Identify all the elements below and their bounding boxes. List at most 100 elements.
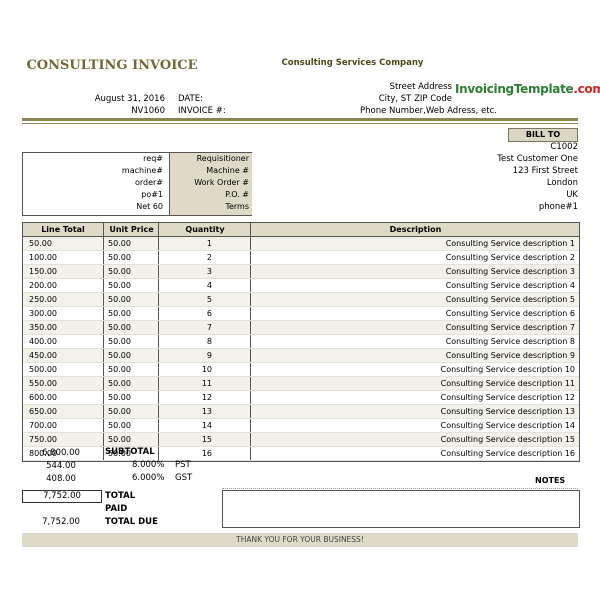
street-address: Street Address xyxy=(389,82,452,92)
bill-to-label: BILL TO xyxy=(508,128,578,142)
header-description: Description xyxy=(250,223,580,236)
unit-price-cell: 50.00 xyxy=(103,293,158,306)
table-row: 150.00 50.00 3 Consulting Service descripti… xyxy=(23,265,579,279)
bill-to-line: 123 First Street xyxy=(512,166,578,176)
line-total-cell: 400.00 xyxy=(29,337,57,346)
line-total-cell: 250.00 xyxy=(29,295,57,304)
unit-price-cell: 50.00 xyxy=(103,321,158,334)
description-cell: Consulting Service description 15 xyxy=(250,433,579,446)
table-row: 200.00 50.00 4 Consulting Service descripti… xyxy=(23,279,579,293)
company-logo: InvoicingTemplate.com xyxy=(455,82,600,96)
quantity-cell: 7 xyxy=(158,321,250,334)
quantity-cell: 2 xyxy=(158,251,250,264)
line-total-cell: 550.00 xyxy=(29,379,57,388)
logo-main: InvoicingTemplate xyxy=(455,82,574,96)
thank-you-banner: THANK YOU FOR YOUR BUSINESS! xyxy=(22,533,578,547)
unit-price-cell: 50.00 xyxy=(103,307,158,320)
reference-box: req# Requisitioner machine# Machine # or… xyxy=(22,152,252,216)
table-row: 400.00 50.00 8 Consulting Service descripti… xyxy=(23,335,579,349)
invoice-title: CONSULTING INVOICE xyxy=(26,58,198,73)
description-cell: Consulting Service description 10 xyxy=(250,363,579,376)
header-unit-price: Unit Price xyxy=(103,223,159,236)
line-total-cell: 100.00 xyxy=(29,253,57,262)
header-rule-thin xyxy=(22,123,578,124)
line-total-cell: 350.00 xyxy=(29,323,57,332)
bill-to-line: C1002 xyxy=(550,142,578,152)
table-row: 450.00 50.00 9 Consulting Service descripti… xyxy=(23,349,579,363)
quantity-cell: 6 xyxy=(158,307,250,320)
quantity-cell: 5 xyxy=(158,293,250,306)
total-due-label: TOTAL DUE xyxy=(105,517,158,527)
date-value: August 31, 2016 xyxy=(94,94,165,104)
description-cell: Consulting Service description 6 xyxy=(250,307,579,320)
table-row: 500.00 50.00 10 Consulting Service descript… xyxy=(23,363,579,377)
description-cell: Consulting Service description 8 xyxy=(250,335,579,348)
bill-to-line: UK xyxy=(566,190,578,200)
unit-price-cell: 50.00 xyxy=(103,251,158,264)
line-total-cell: 200.00 xyxy=(29,281,57,290)
table-header: Line Total Unit Price Quantity Descripti… xyxy=(23,223,579,237)
line-items-table: Line Total Unit Price Quantity Descripti… xyxy=(22,222,580,462)
line-total-cell: 700.00 xyxy=(29,421,57,430)
table-row: 300.00 50.00 6 Consulting Service descripti… xyxy=(23,307,579,321)
description-cell: Consulting Service description 16 xyxy=(250,447,579,460)
notes-box xyxy=(222,490,580,528)
total-label: TOTAL xyxy=(105,491,136,501)
header-line-total: Line Total xyxy=(41,225,85,234)
description-cell: Consulting Service description 5 xyxy=(250,293,579,306)
table-row: 100.00 50.00 2 Consulting Service descripti… xyxy=(23,251,579,265)
company-name: Consulting Services Company xyxy=(281,58,424,68)
quantity-cell: 3 xyxy=(158,265,250,278)
reference-row: po#1 P.O. # xyxy=(23,190,251,202)
unit-price-cell: 50.00 xyxy=(103,405,158,418)
unit-price-cell: 50.00 xyxy=(103,279,158,292)
description-cell: Consulting Service description 13 xyxy=(250,405,579,418)
unit-price-cell: 50.00 xyxy=(103,377,158,390)
unit-price-cell: 50.00 xyxy=(103,237,158,250)
table-body: 50.00 50.00 1 Consulting Service descriptio… xyxy=(23,237,579,461)
description-cell: Consulting Service description 9 xyxy=(250,349,579,362)
table-row: 50.00 50.00 1 Consulting Service descriptio… xyxy=(23,237,579,251)
notes-label: NOTES xyxy=(535,476,566,485)
table-row: 700.00 50.00 14 Consulting Service descript… xyxy=(23,419,579,433)
line-total-cell: 650.00 xyxy=(29,407,57,416)
reference-value: machine# xyxy=(121,166,163,175)
table-row: 750.00 50.00 15 Consulting Service descript… xyxy=(23,433,579,447)
bill-to-line: Test Customer One xyxy=(497,154,578,164)
description-cell: Consulting Service description 14 xyxy=(250,419,579,432)
description-cell: Consulting Service description 11 xyxy=(250,377,579,390)
bill-to-line: London xyxy=(546,178,578,188)
bill-to-line: phone#1 xyxy=(538,202,578,212)
line-total-cell: 500.00 xyxy=(29,365,57,374)
description-cell: Consulting Service description 7 xyxy=(250,321,579,334)
unit-price-cell: 50.00 xyxy=(103,391,158,404)
reference-value: req# xyxy=(143,154,163,163)
quantity-cell: 4 xyxy=(158,279,250,292)
line-total-cell: 600.00 xyxy=(29,393,57,402)
line-total-cell: 300.00 xyxy=(29,309,57,318)
quantity-cell: 15 xyxy=(158,433,250,446)
reference-row: Net 60 Terms xyxy=(23,202,251,214)
reference-label: Requisitioner xyxy=(196,154,249,163)
quantity-cell: 11 xyxy=(158,377,250,390)
description-cell: Consulting Service description 1 xyxy=(250,237,579,250)
total-due-value: 7,752.00 xyxy=(42,517,80,527)
quantity-cell: 16 xyxy=(158,447,250,460)
reference-label: Work Order # xyxy=(194,178,249,187)
table-row: 600.00 50.00 12 Consulting Service descript… xyxy=(23,391,579,405)
reference-label: P.O. # xyxy=(225,190,249,199)
reference-value: po#1 xyxy=(141,190,163,199)
logo-suffix: .com xyxy=(573,82,600,96)
date-label: DATE: xyxy=(178,94,203,104)
quantity-cell: 8 xyxy=(158,335,250,348)
description-cell: Consulting Service description 3 xyxy=(250,265,579,278)
header-quantity: Quantity xyxy=(158,223,251,236)
paid-label: PAID xyxy=(105,504,128,514)
reference-row: order# Work Order # xyxy=(23,178,251,190)
gst-value: 408.00 xyxy=(46,474,76,484)
reference-label: Terms xyxy=(225,202,249,211)
table-row: 250.00 50.00 5 Consulting Service descripti… xyxy=(23,293,579,307)
reference-value: order# xyxy=(134,178,163,187)
quantity-cell: 10 xyxy=(158,363,250,376)
line-total-cell: 450.00 xyxy=(29,351,57,360)
